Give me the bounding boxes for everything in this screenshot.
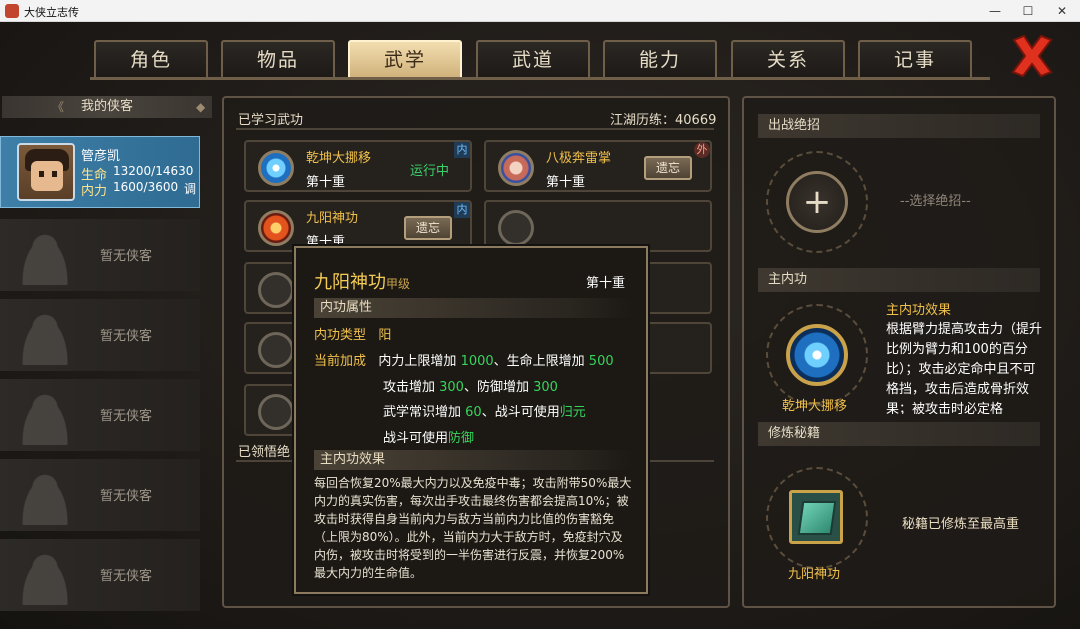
skill-level: 第十重 <box>546 175 586 190</box>
chevron-right-icon: ◆ <box>196 100 206 114</box>
placeholder-avatar-icon <box>16 227 74 285</box>
placeholder-avatar-icon <box>16 547 74 605</box>
tab-abilities[interactable]: 能力 <box>603 40 717 78</box>
window-close-button[interactable]: ✕ <box>1042 0 1080 22</box>
companion-card-selected[interactable]: 管彦凯 生命 13200/14630 内力 1600/3600 调 <box>0 136 200 208</box>
companion-slot-empty[interactable]: 暂无侠客 <box>0 299 200 371</box>
tab-relations[interactable]: 关系 <box>731 40 845 78</box>
empty-slot-icon <box>258 272 294 308</box>
skill-name: 乾坤大挪移 <box>306 151 372 166</box>
skill-slot[interactable]: 九阳神功 第十重 遗忘 内 <box>244 200 472 252</box>
swirl-blue-icon[interactable] <box>786 324 848 386</box>
mp-suffix: 调 <box>184 182 197 196</box>
swirl-blue-icon <box>258 150 294 186</box>
learned-skills-title: 已学习武功 <box>238 113 304 128</box>
tooltip-level: 第十重 <box>586 276 626 291</box>
tooltip-skill-name: 九阳神功甲级 <box>314 272 411 293</box>
mp-label: 内力 <box>81 184 108 199</box>
empty-slot-icon <box>258 394 294 430</box>
placeholder-avatar-icon <box>16 467 74 525</box>
book-status: 秘籍已修炼至最高重 <box>902 517 1020 532</box>
my-companions-label: 我的侠客 <box>80 99 133 114</box>
hp-value: 13200/14630 <box>113 164 194 178</box>
main-effect-title: 主内功效果 <box>886 303 952 318</box>
flame-figure-icon <box>258 210 294 246</box>
empty-slot-label: 暂无侠客 <box>100 489 153 504</box>
companion-slot-empty[interactable]: 暂无侠客 <box>0 539 200 611</box>
my-companions-header[interactable]: 《 我的侠客 ◆ <box>2 96 212 118</box>
tab-role[interactable]: 角色 <box>94 40 208 78</box>
skill-name: 九阳神功 <box>306 211 359 226</box>
tab-martial-arts[interactable]: 武学 <box>348 40 462 78</box>
tab-martial-way[interactable]: 武道 <box>476 40 590 78</box>
close-icon[interactable] <box>1008 32 1056 80</box>
main-effect-section: 主内功效果 <box>314 450 632 470</box>
book-icon[interactable] <box>789 490 843 544</box>
mp-value: 1600/3600 <box>113 180 179 194</box>
ultimate-section-title: 出战绝招 <box>758 114 1040 138</box>
inner-type-row: 内功类型 阳 <box>314 328 392 343</box>
main-inner-section-title: 主内功 <box>758 268 1040 292</box>
companion-slot-empty[interactable]: 暂无侠客 <box>0 379 200 451</box>
main-inner-name: 乾坤大挪移 <box>782 399 848 414</box>
window-title: 大侠立志传 <box>24 6 79 19</box>
empty-slot-icon <box>498 210 534 246</box>
fist-icon <box>498 150 534 186</box>
training-section-title: 修炼秘籍 <box>758 422 1040 446</box>
bonus-row: 当前加成 内力上限增加 1000、生命上限增加 500 <box>314 354 614 369</box>
empty-slot-icon <box>258 332 294 368</box>
empty-slot-label: 暂无侠客 <box>100 249 153 264</box>
bonus-row: 战斗可使用防御 <box>383 431 475 446</box>
bonus-row: 武学常识增加 60、战斗可使用归元 <box>383 405 586 420</box>
book-name: 九阳神功 <box>788 567 841 582</box>
avatar <box>17 143 75 201</box>
tab-items[interactable]: 物品 <box>221 40 335 78</box>
forget-button[interactable]: 遗忘 <box>404 216 452 240</box>
skill-name: 八极奔雷掌 <box>546 151 612 166</box>
inner-tag: 内 <box>454 202 470 218</box>
empty-slot-label: 暂无侠客 <box>100 569 153 584</box>
empty-slot-label: 暂无侠客 <box>100 329 153 344</box>
tab-journal[interactable]: 记事 <box>858 40 972 78</box>
chevron-left-icon: 《 <box>52 100 65 114</box>
app-icon <box>5 4 19 18</box>
running-status: 运行中 <box>410 164 450 179</box>
empty-slot-label: 暂无侠客 <box>100 409 153 424</box>
skill-slot-empty[interactable] <box>484 200 712 252</box>
companion-name: 管彦凯 <box>81 149 121 164</box>
skill-slot[interactable]: 乾坤大挪移 第十重 运行中 内 <box>244 140 472 192</box>
choose-ultimate-label[interactable]: --选择绝招-- <box>900 190 971 209</box>
tooltip-grade: 甲级 <box>386 277 411 291</box>
placeholder-avatar-icon <box>16 307 74 365</box>
comprehended-title: 已领悟绝 <box>238 445 291 460</box>
outer-tag: 外 <box>694 142 710 158</box>
tab-underline <box>90 77 990 80</box>
reputation-value: 江湖历练：40669 <box>610 113 717 128</box>
divider <box>236 128 714 130</box>
companion-slot-empty[interactable]: 暂无侠客 <box>0 219 200 291</box>
skill-tooltip: 九阳神功甲级 第十重 内功属性 内功类型 阳 当前加成 内力上限增加 1000、… <box>294 246 648 594</box>
forget-button[interactable]: 遗忘 <box>644 156 692 180</box>
bonus-row: 攻击增加 300、防御增加 300 <box>383 380 558 395</box>
tooltip-effect-text: 每回合恢复20%最大内力以及免疫中毒；攻击附带50%最大内力的真实伤害，每次出手… <box>314 476 632 580</box>
skill-level: 第十重 <box>306 175 346 190</box>
inner-attr-section: 内功属性 <box>314 298 632 318</box>
add-ultimate-button[interactable]: + <box>786 171 848 233</box>
window-titlebar: 大侠立志传 — ☐ ✕ <box>0 0 1080 22</box>
placeholder-avatar-icon <box>16 387 74 445</box>
main-effect-text: 根据臂力提高攻击力（提升比例为臂力和100的百分比）；攻击必定命中且不可格挡，攻… <box>886 322 1042 414</box>
inner-tag: 内 <box>454 142 470 158</box>
skill-slot[interactable]: 八极奔雷掌 第十重 遗忘 外 <box>484 140 712 192</box>
companion-slot-empty[interactable]: 暂无侠客 <box>0 459 200 531</box>
